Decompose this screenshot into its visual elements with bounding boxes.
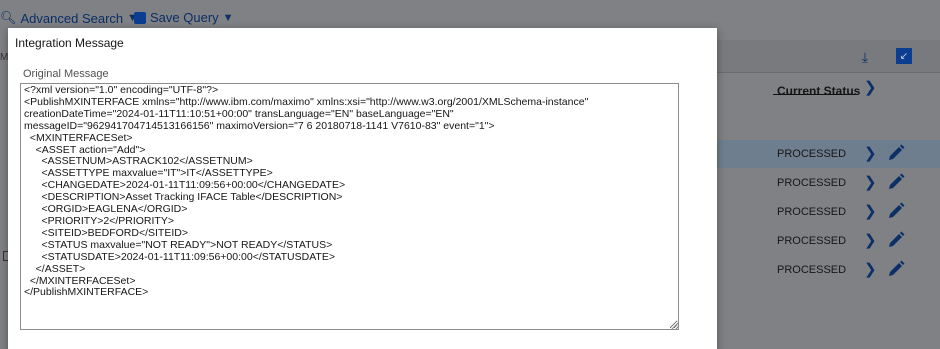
advanced-search-label: Advanced Search xyxy=(20,10,124,26)
search-icon: 🔍︎ xyxy=(0,10,17,25)
pencil-icon[interactable] xyxy=(886,259,906,279)
dialog-title: Integration Message xyxy=(15,36,124,50)
resize-handle[interactable] xyxy=(671,322,679,330)
chevron-right-icon[interactable]: ❯ xyxy=(864,173,877,191)
table-toolbar: ⤓ ↙ xyxy=(700,40,940,73)
status-cell: PROCESSED xyxy=(777,264,847,276)
minimize-icon[interactable]: ↙ xyxy=(896,48,912,64)
status-cell: PROCESSED xyxy=(777,235,847,247)
chevron-right-icon[interactable]: ❯ xyxy=(864,202,877,220)
status-cell: PROCESSED xyxy=(777,177,847,189)
table-row[interactable]: PROCESSED ❯ xyxy=(700,256,940,284)
original-message-textarea[interactable]: <?xml version="1.0" encoding="UTF-8"?> <… xyxy=(20,83,679,330)
column-header-current-status[interactable]: Current Status xyxy=(777,84,860,98)
table-row[interactable]: PROCESSED ❯ xyxy=(700,198,940,226)
pencil-icon[interactable] xyxy=(886,230,906,250)
save-query-label: Save Query xyxy=(150,10,219,25)
pencil-icon[interactable] xyxy=(886,172,906,192)
table-row[interactable]: PROCESSED ❯ xyxy=(700,140,940,168)
save-query-icon xyxy=(134,11,146,24)
download-icon[interactable]: ⤓ xyxy=(856,48,874,66)
status-cell: PROCESSED xyxy=(777,148,847,160)
save-query-menu[interactable]: Save Query ▼ xyxy=(134,10,234,25)
pencil-icon[interactable] xyxy=(886,143,906,163)
chevron-right-icon[interactable]: ❯ xyxy=(864,260,877,278)
chevron-down-icon: ▼ xyxy=(222,11,234,24)
table-row[interactable]: PROCESSED ❯ xyxy=(700,169,940,197)
integration-message-dialog: Integration Message Original Message <?x… xyxy=(8,28,717,349)
chevron-right-icon[interactable]: ❯ xyxy=(864,78,877,96)
table-row[interactable]: PROCESSED ❯ xyxy=(700,227,940,255)
status-cell: PROCESSED xyxy=(777,206,847,218)
status-filter-input[interactable] xyxy=(773,94,857,95)
advanced-search-menu[interactable]: 🔍︎ Advanced Search ▼ xyxy=(0,10,138,26)
original-message-label: Original Message xyxy=(23,68,109,80)
chevron-right-icon[interactable]: ❯ xyxy=(864,144,877,162)
chevron-right-icon[interactable]: ❯ xyxy=(864,231,877,249)
pencil-icon[interactable] xyxy=(886,201,906,221)
